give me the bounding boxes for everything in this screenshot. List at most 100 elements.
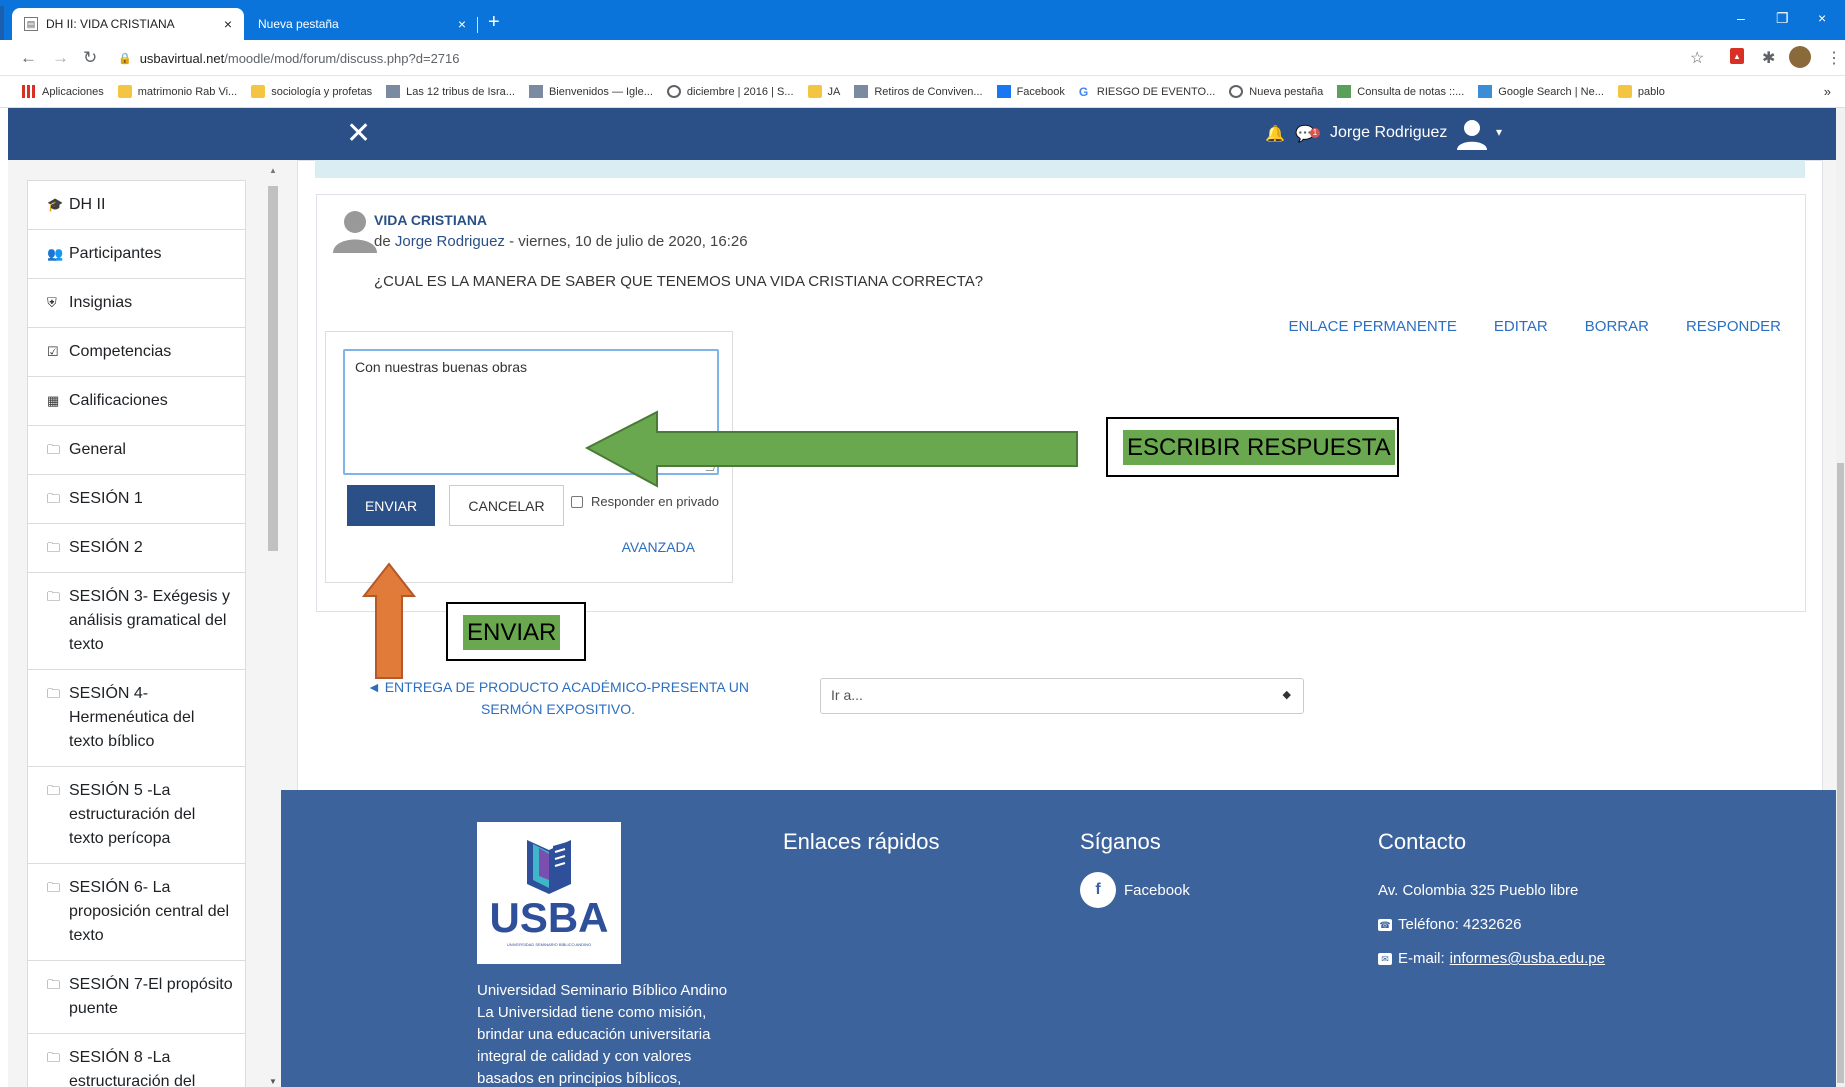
folder-icon: 🗀: [47, 589, 61, 604]
tab-dh-ii[interactable]: ▤ DH II: VIDA CRISTIANA ×: [12, 8, 244, 40]
reply-text: Con nuestras buenas obras: [355, 359, 527, 375]
drawer-item[interactable]: 🗀 SESIÓN 4- Hermenéutica del texto bíblic…: [28, 670, 245, 767]
user-avatar-icon[interactable]: [1455, 117, 1489, 151]
post-by: de: [374, 233, 391, 250]
drawer-item[interactable]: 🗀 SESIÓN 8 -La estructuración del: [28, 1034, 245, 1087]
tab-close-icon[interactable]: ×: [458, 16, 466, 32]
usba-logo[interactable]: USBA UNIVERSIDAD SEMINARIO BÍBLICO ANDIN…: [477, 822, 621, 964]
extensions-puzzle-icon[interactable]: ✱: [1762, 48, 1775, 68]
table-icon: ▦: [47, 393, 60, 408]
bookmark-item[interactable]: diciembre | 2016 | S...: [666, 85, 794, 98]
checkbox-icon[interactable]: [571, 495, 583, 508]
previous-activity-label: ENTREGA DE PRODUCTO ACADÉMICO-PRESENTA U…: [384, 679, 750, 717]
cancel-button[interactable]: CANCELAR: [449, 485, 564, 526]
facebook-link[interactable]: f Facebook: [1080, 872, 1190, 908]
site-favicon-icon: [1478, 85, 1493, 98]
drawer-item[interactable]: ⛨ Insignias: [28, 279, 245, 328]
bookmark-label: pablo: [1637, 85, 1665, 98]
minimize-icon[interactable]: –: [1737, 10, 1745, 26]
advanced-link[interactable]: AVANZADA: [622, 539, 695, 555]
email-link[interactable]: informes@usba.edu.pe: [1450, 950, 1605, 967]
bookmark-item[interactable]: Bienvenidos — Igle...: [528, 85, 653, 98]
drawer-item[interactable]: 🗀 General: [28, 426, 245, 475]
private-reply-checkbox[interactable]: Responder en privado: [571, 494, 719, 509]
permalink-link[interactable]: ENLACE PERMANENTE: [1289, 318, 1457, 335]
bookmark-star-icon[interactable]: ☆: [1690, 48, 1704, 68]
new-tab-icon[interactable]: +: [488, 10, 500, 34]
bookmark-item[interactable]: sociología y profetas: [251, 85, 372, 98]
tab-separator: [477, 17, 478, 33]
browser-menu-icon[interactable]: ⋮: [1826, 48, 1842, 68]
restore-icon[interactable]: ❐: [1776, 10, 1789, 27]
bookmarks-more-icon[interactable]: »: [1824, 84, 1831, 99]
drawer-item[interactable]: ☑ Competencias: [28, 328, 245, 377]
edit-link[interactable]: EDITAR: [1494, 318, 1548, 335]
page-favicon-icon: ▤: [24, 17, 38, 31]
post-subject: VIDA CRISTIANA: [374, 212, 488, 228]
window-close-icon[interactable]: ×: [1818, 10, 1826, 26]
folder-icon: 🗀: [47, 442, 61, 457]
tab-close-icon[interactable]: ×: [224, 16, 232, 32]
drawer-item[interactable]: 👥 Participantes: [28, 230, 245, 279]
envelope-icon: ✉: [1378, 952, 1392, 965]
reload-icon[interactable]: ↻: [83, 48, 97, 68]
drawer-item[interactable]: 🗀 SESIÓN 2: [28, 524, 245, 573]
drawer-item[interactable]: ▦ Calificaciones: [28, 377, 245, 426]
post-actions: ENLACE PERMANENTE EDITAR BORRAR RESPONDE…: [1289, 318, 1782, 335]
bookmark-item[interactable]: JA: [807, 85, 840, 98]
bookmark-item[interactable]: matrimonio Rab Vi...: [117, 85, 237, 98]
graduation-cap-icon: 🎓: [47, 197, 64, 212]
lock-icon: 🔒: [118, 52, 132, 65]
drawer-item[interactable]: 🎓 DH II: [28, 181, 245, 230]
folder-icon: [1617, 85, 1632, 98]
bookmark-item[interactable]: Consulta de notas ::...: [1337, 85, 1464, 98]
bookmark-item[interactable]: pablo: [1617, 85, 1665, 98]
bookmark-item[interactable]: Las 12 tribus de Isra...: [386, 85, 515, 98]
url-host: usbavirtual.net: [139, 50, 225, 66]
previous-activity-link[interactable]: ◄ ENTREGA DE PRODUCTO ACADÉMICO-PRESENTA…: [358, 676, 758, 720]
notifications-bell-icon[interactable]: 🔔: [1265, 124, 1285, 144]
bookmark-item[interactable]: Facebook: [996, 85, 1065, 98]
drawer-item[interactable]: 🗀 SESIÓN 7-El propósito puente: [28, 961, 245, 1034]
drawer-item-label: SESIÓN 2: [69, 539, 143, 556]
forward-icon[interactable]: →: [52, 48, 69, 68]
drawer-item[interactable]: 🗀 SESIÓN 6- La proposición central del te…: [28, 864, 245, 961]
user-name[interactable]: Jorge Rodriguez: [1330, 124, 1447, 142]
jump-to-select[interactable]: Ir a... ◆: [820, 678, 1304, 714]
drawer-item[interactable]: 🗀 SESIÓN 3- Exégesis y análisis gramatica…: [28, 573, 245, 670]
globe-icon: [666, 85, 681, 98]
send-button[interactable]: ENVIAR: [347, 485, 435, 526]
bookmark-aplicaciones[interactable]: Aplicaciones: [22, 85, 104, 98]
globe-icon: [1229, 85, 1244, 98]
site-favicon-icon: [854, 85, 869, 98]
pdf-extension-icon[interactable]: ▲: [1730, 48, 1744, 64]
delete-link[interactable]: BORRAR: [1585, 318, 1649, 335]
browser-profile-avatar[interactable]: [1789, 46, 1811, 68]
google-icon: G: [1078, 85, 1089, 99]
forum-post: VIDA CRISTIANA de Jorge Rodriguez - vier…: [316, 194, 1806, 612]
post-author-link[interactable]: Jorge Rodriguez: [395, 233, 505, 250]
site-favicon-icon: [528, 85, 543, 98]
drawer-scrollbar[interactable]: ▲ ▼: [268, 166, 278, 1086]
page-scroll-thumb[interactable]: [1837, 463, 1844, 1083]
drawer-item[interactable]: 🗀 SESIÓN 1: [28, 475, 245, 524]
scroll-down-icon[interactable]: ▼: [269, 1077, 277, 1086]
bookmark-item[interactable]: Google Search | Ne...: [1478, 85, 1604, 98]
bookmark-item[interactable]: G RIESGO DE EVENTO...: [1078, 85, 1215, 99]
back-icon[interactable]: ←: [20, 48, 37, 68]
reply-link[interactable]: RESPONDER: [1686, 318, 1781, 335]
tab-new[interactable]: Nueva pestaña ×: [246, 8, 478, 40]
folder-icon: [117, 85, 132, 98]
url-field[interactable]: 🔒 usbavirtual.net /moodle/mod/forum/disc…: [118, 46, 1718, 70]
scroll-up-icon[interactable]: ▲: [269, 166, 277, 175]
svg-text:UNIVERSIDAD SEMINARIO BÍBLICO: UNIVERSIDAD SEMINARIO BÍBLICO ANDINO: [507, 942, 591, 947]
user-menu-caret-icon[interactable]: ▾: [1496, 125, 1502, 139]
bookmark-item[interactable]: Nueva pestaña: [1229, 85, 1323, 98]
drawer-close-icon[interactable]: ✕: [346, 118, 371, 150]
page-scrollbar[interactable]: [1836, 108, 1845, 1087]
info-strip: [315, 160, 1805, 178]
drawer-item[interactable]: 🗀 SESIÓN 5 -La estructuración del texto p…: [28, 767, 245, 864]
facebook-icon: f: [1080, 872, 1116, 908]
bookmark-item[interactable]: Retiros de Conviven...: [854, 85, 983, 98]
drawer-scroll-thumb[interactable]: [268, 186, 278, 551]
